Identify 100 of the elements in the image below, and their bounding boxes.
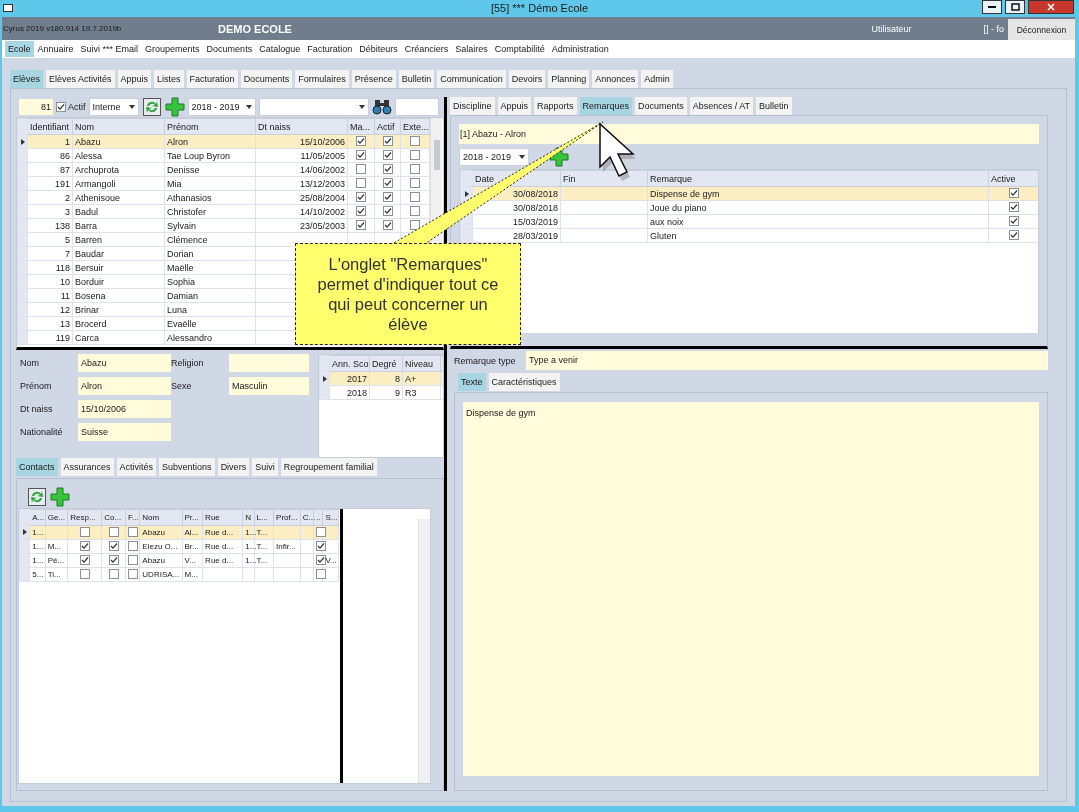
field-label: Sexe bbox=[171, 380, 193, 393]
table-cell: 10 bbox=[27, 274, 73, 289]
table-cell: Gluten bbox=[647, 228, 989, 243]
table-cell: 1... bbox=[29, 525, 46, 540]
table-cell: Damian bbox=[164, 288, 256, 303]
table-cell: Alron bbox=[164, 134, 256, 149]
table-cell: Bersuir bbox=[72, 260, 165, 275]
table-cell: Armangoli bbox=[72, 176, 165, 191]
table-cell: Barren bbox=[72, 232, 165, 247]
version-label: Cyrus 2019 v180.914 19.7.2019b bbox=[2, 24, 123, 33]
table-cell: 13/12/2003 bbox=[255, 176, 348, 191]
table-cell: Barra bbox=[72, 218, 165, 233]
table-cell: Dispense de gym bbox=[647, 186, 989, 201]
table-cell: Dorian bbox=[164, 246, 256, 261]
table-cell: Athenisoue bbox=[72, 190, 165, 205]
table-cell: Alessa bbox=[72, 148, 165, 163]
table-cell: 1... bbox=[242, 553, 255, 568]
table-cell: 3 bbox=[27, 204, 73, 219]
table-cell: 14/06/2002 bbox=[255, 162, 348, 177]
table-cell: Brocerd bbox=[72, 316, 165, 331]
table-cell: 8 bbox=[369, 371, 403, 386]
table-cell: 1... bbox=[29, 539, 46, 554]
table-cell: Borduir bbox=[72, 274, 165, 289]
school-name: DEMO ECOLE bbox=[218, 22, 292, 35]
table-cell: Clémence bbox=[164, 232, 256, 247]
table-cell: Al... bbox=[182, 525, 203, 540]
table-cell: Christofer bbox=[164, 204, 256, 219]
table-cell: 25/08/2004 bbox=[255, 190, 348, 205]
table-cell: Bosena bbox=[72, 288, 165, 303]
table-cell: Sylvain bbox=[164, 218, 256, 233]
user-label: Utilisateur bbox=[871, 23, 912, 34]
table-cell: Br... bbox=[182, 539, 203, 554]
table-cell: 1... bbox=[29, 553, 46, 568]
table-cell: Ti... bbox=[45, 567, 68, 582]
table-cell: 87 bbox=[27, 162, 73, 177]
table-cell: Pè... bbox=[45, 553, 68, 568]
table-cell: Maëlle bbox=[164, 260, 256, 275]
table-cell: Abazu bbox=[72, 134, 165, 149]
table-cell: 7 bbox=[27, 246, 73, 261]
table-cell: 119 bbox=[27, 330, 73, 345]
table-cell: 23/05/2003 bbox=[255, 218, 348, 233]
table-cell: 5... bbox=[29, 567, 46, 582]
table-cell: M... bbox=[45, 539, 68, 554]
field-label: Nom bbox=[20, 357, 40, 370]
table-cell: Carca bbox=[72, 330, 165, 345]
table-cell: 1 bbox=[27, 134, 73, 149]
table-cell: Brinar bbox=[72, 302, 165, 317]
table-cell: Tae Loup Byron bbox=[164, 148, 256, 163]
field-label: Nationalité bbox=[20, 426, 64, 439]
table-cell: 14/10/2002 bbox=[255, 204, 348, 219]
table-cell: 9 bbox=[369, 385, 403, 400]
table-cell: Rue d... bbox=[202, 553, 243, 568]
field-label: Prénom bbox=[20, 380, 53, 393]
table-cell: aux noix bbox=[647, 214, 989, 229]
table-cell: Evaëlle bbox=[164, 316, 256, 331]
table-cell: R3 bbox=[402, 385, 441, 400]
table-cell: 15/03/2019 bbox=[472, 214, 561, 229]
window-title: [55] *** Démo Ecole bbox=[490, 2, 589, 14]
table-cell: 11 bbox=[27, 288, 73, 303]
user-name: [] - fo bbox=[983, 23, 1004, 34]
table-cell: Abazu bbox=[139, 553, 183, 568]
table-cell: Archuprota bbox=[72, 162, 165, 177]
table-cell: A+ bbox=[402, 371, 441, 386]
table-cell: 13 bbox=[27, 316, 73, 331]
table-cell: 118 bbox=[27, 260, 73, 275]
table-cell: 12 bbox=[27, 302, 73, 317]
table-cell: Rue d... bbox=[202, 525, 243, 540]
table-cell: Abazu bbox=[139, 525, 183, 540]
table-cell: 86 bbox=[27, 148, 73, 163]
table-cell: Rue d... bbox=[202, 539, 243, 554]
table-cell: 1... bbox=[242, 525, 255, 540]
table-cell: 2 bbox=[27, 190, 73, 205]
field-label: Religion bbox=[171, 357, 205, 370]
table-cell: UDRISA... bbox=[139, 567, 183, 582]
table-cell: 2017 bbox=[329, 371, 370, 386]
table-cell: Athanasios bbox=[164, 190, 256, 205]
table-cell: M... bbox=[182, 567, 203, 582]
table-cell: 5 bbox=[27, 232, 73, 247]
table-cell: 191 bbox=[27, 176, 73, 191]
table-cell: 2018 bbox=[329, 385, 370, 400]
table-cell: Baudar bbox=[72, 246, 165, 261]
table-cell: Elezu O... bbox=[139, 539, 183, 554]
table-cell: Mia bbox=[164, 176, 256, 191]
student-field: [1] Abazu - Alron bbox=[459, 124, 1039, 144]
field-label: Dt naiss bbox=[20, 403, 54, 416]
table-cell: V... bbox=[322, 553, 339, 568]
table-cell: Joue du piano bbox=[647, 200, 989, 215]
table-cell: 15/10/2006 bbox=[255, 134, 348, 149]
callout: L'onglet "Remarques" permet d'indiquer tout ce qui peut concerner un élève bbox=[295, 243, 521, 345]
table-cell: Sophia bbox=[164, 274, 256, 289]
table-cell: Denisse bbox=[164, 162, 256, 177]
table-cell: 138 bbox=[27, 218, 73, 233]
table-cell: Alessandro bbox=[164, 330, 256, 345]
table-cell: 1... bbox=[242, 539, 255, 554]
table-cell: 11/05/2005 bbox=[255, 148, 348, 163]
field-label: Remarque type bbox=[453, 355, 517, 366]
checkbox-label: Actif bbox=[68, 102, 86, 112]
table-cell: 28/03/2019 bbox=[472, 228, 561, 243]
table-cell: Badul bbox=[72, 204, 165, 219]
table-cell: Infir... bbox=[273, 539, 301, 554]
